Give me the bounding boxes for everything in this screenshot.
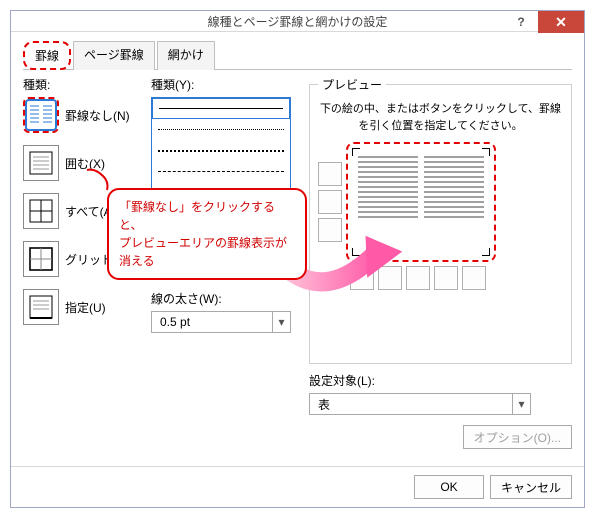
borders-shading-dialog: 線種とページ罫線と網かけの設定 ? ✕ 罫線 ページ罫線 網かけ 種類: 罫線な…	[10, 10, 585, 508]
border-right-button[interactable]	[434, 266, 458, 290]
type-none-label: 罫線なし(N)	[65, 107, 130, 124]
chevron-down-icon: ▾	[272, 312, 290, 332]
border-diag-up-button[interactable]	[462, 266, 486, 290]
width-select[interactable]: 0.5 pt ▾	[151, 311, 291, 333]
titlebar-buttons: ? ✕	[504, 11, 584, 31]
width-value: 0.5 pt	[152, 315, 272, 329]
border-hmiddle-button[interactable]	[318, 190, 342, 214]
type-none-icon[interactable]	[23, 97, 59, 133]
callout-line2: プレビューエリアの罫線表示が消える	[119, 234, 295, 270]
dialog-title: 線種とページ罫線と網かけの設定	[208, 13, 388, 30]
preview-group: プレビュー 下の絵の中、またはボタンをクリックして、罫線を引く位置を指定してくだ…	[309, 76, 572, 364]
titlebar: 線種とページ罫線と網かけの設定 ? ✕	[11, 11, 584, 32]
tab-shading[interactable]: 網かけ	[157, 41, 215, 70]
width-label: 線の太さ(W):	[151, 290, 301, 307]
border-top-button[interactable]	[318, 162, 342, 186]
callout-line1: 「罫線なし」をクリックすると、	[119, 198, 295, 234]
preview-hint: 下の絵の中、またはボタンをクリックして、罫線を引く位置を指定してください。	[318, 101, 563, 134]
border-vmiddle-button[interactable]	[406, 266, 430, 290]
apply-to-select[interactable]: 表 ▾	[309, 393, 531, 415]
preview-legend: プレビュー	[318, 76, 386, 93]
close-button[interactable]: ✕	[538, 11, 584, 33]
type-custom-icon[interactable]	[23, 289, 59, 325]
preview-column: プレビュー 下の絵の中、またはボタンをクリックして、罫線を引く位置を指定してくだ…	[309, 76, 572, 456]
apply-to-label: 設定対象(L):	[309, 372, 572, 389]
type-box-icon[interactable]	[23, 145, 59, 181]
dialog-footer: OK キャンセル	[11, 466, 584, 507]
tab-strip: 罫線 ページ罫線 網かけ	[23, 40, 572, 70]
type-grid-icon[interactable]	[23, 241, 59, 277]
type-custom-label: 指定(U)	[65, 299, 106, 316]
apply-to-value: 表	[310, 396, 512, 413]
callout-tail-icon	[85, 166, 111, 192]
type-all-icon[interactable]	[23, 193, 59, 229]
style-label: 種類(Y):	[151, 76, 301, 93]
dialog-body: 罫線 ページ罫線 網かけ 種類: 罫線なし(N) 囲む(X)	[11, 32, 584, 466]
type-label: 種類:	[23, 76, 143, 93]
border-left-button[interactable]	[378, 266, 402, 290]
tab-borders[interactable]: 罫線	[23, 41, 71, 70]
help-button[interactable]: ?	[504, 11, 538, 33]
border-diag-down-button[interactable]	[350, 266, 374, 290]
options-button[interactable]: オプション(O)...	[463, 425, 572, 449]
annotation-callout: 「罫線なし」をクリックすると、 プレビューエリアの罫線表示が消える	[107, 188, 307, 280]
ok-button[interactable]: OK	[414, 475, 484, 499]
tab-page-borders[interactable]: ページ罫線	[73, 41, 155, 70]
chevron-down-icon: ▾	[512, 394, 530, 414]
preview-page[interactable]	[346, 142, 496, 262]
cancel-button[interactable]: キャンセル	[490, 475, 572, 499]
border-bottom-button[interactable]	[318, 218, 342, 242]
